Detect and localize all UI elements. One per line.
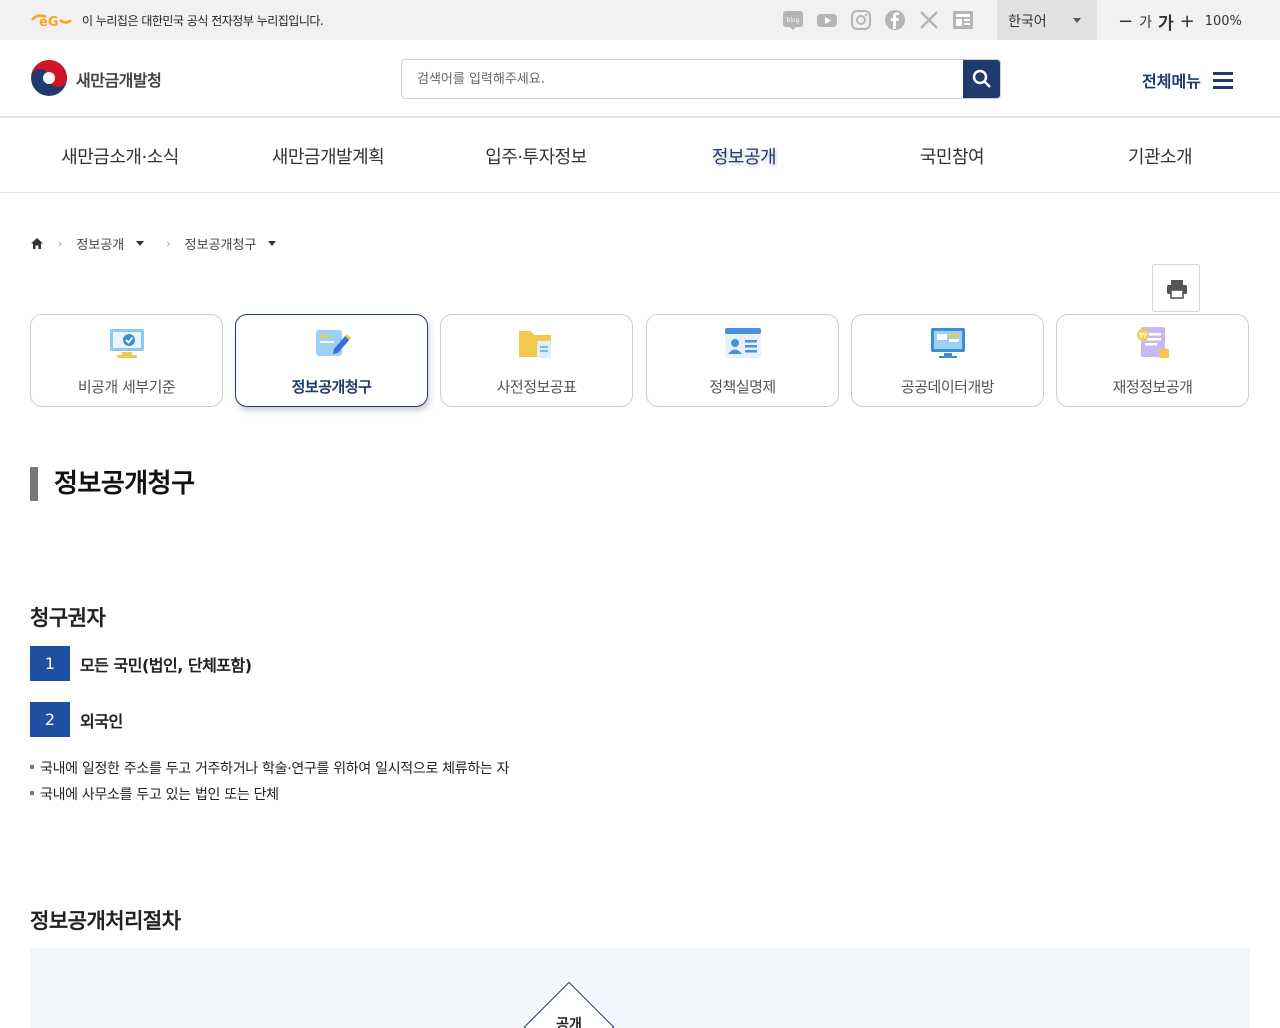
finance-document-icon: ₩ bbox=[1137, 327, 1169, 358]
id-card-icon bbox=[725, 328, 761, 358]
search-input[interactable] bbox=[402, 60, 964, 98]
taegeuk-logo-icon[interactable] bbox=[30, 59, 68, 97]
language-label: 한국어 bbox=[1008, 14, 1047, 30]
sns-links: blog bbox=[782, 9, 974, 31]
number-badge: 1 bbox=[30, 646, 70, 681]
gov-banner: eG 이 누리집은 대한민국 공식 전자정부 누리집입니다. blog 한국어 … bbox=[0, 0, 1280, 40]
blog-icon[interactable]: blog bbox=[782, 9, 804, 31]
quick-tab-label: 재정정보공개 bbox=[1112, 378, 1193, 396]
font-size-control: − 가 가 + 100% bbox=[1118, 9, 1242, 34]
quick-tab-pre-disclosure[interactable]: 사전정보공표 bbox=[440, 314, 633, 407]
list-item: 1 모든 국민(법인, 단체포함) bbox=[30, 646, 252, 681]
data-monitor-icon bbox=[931, 328, 965, 358]
youtube-icon[interactable] bbox=[816, 9, 838, 31]
folder-icon bbox=[519, 331, 551, 358]
monitor-check-icon bbox=[110, 329, 144, 358]
page-title: 정보공개청구 bbox=[30, 467, 195, 501]
nav-item-about[interactable]: 새만금소개·소식 bbox=[20, 143, 220, 169]
egov-logo: eG bbox=[31, 14, 72, 29]
search-button[interactable] bbox=[963, 60, 1000, 98]
section-title-procedure: 정보공개처리절차 bbox=[30, 909, 181, 933]
chevron-right-icon: › bbox=[166, 237, 171, 250]
font-small-label: 가 bbox=[1139, 14, 1152, 31]
bullet-item: 국내에 일정한 주소를 두고 거주하거나 학술·연구를 위하여 일시적으로 체류… bbox=[30, 758, 510, 778]
svg-text:₩: ₩ bbox=[1139, 331, 1147, 340]
quick-tab-label: 공공데이터개방 bbox=[900, 378, 995, 396]
document-pen-icon bbox=[316, 330, 352, 356]
quick-tab-label: 비공개 세부기준 bbox=[77, 378, 176, 396]
gov-banner-text: 이 누리집은 대한민국 공식 전자정부 누리집입니다. bbox=[82, 14, 324, 28]
list-item-text: 외국인 bbox=[80, 711, 123, 731]
quick-tab-info-request[interactable]: 정보공개청구 bbox=[235, 314, 428, 407]
main-nav: 새만금소개·소식 새만금개발계획 입주·투자정보 정보공개 국민참여 기관소개 bbox=[0, 120, 1280, 193]
caret-down-icon[interactable] bbox=[268, 241, 277, 246]
nav-item-participation[interactable]: 국민참여 bbox=[852, 143, 1052, 169]
language-select[interactable]: 한국어 bbox=[997, 0, 1097, 40]
home-icon[interactable] bbox=[30, 237, 44, 250]
svg-text:eG: eG bbox=[39, 15, 59, 29]
bullet-item: 국내에 사무소를 두고 있는 법인 또는 단체 bbox=[30, 784, 279, 804]
list-item-text: 모든 국민(법인, 단체포함) bbox=[80, 655, 252, 675]
chevron-right-icon: › bbox=[58, 237, 63, 250]
section-title-requester: 청구권자 bbox=[30, 606, 106, 630]
caret-down-icon[interactable] bbox=[136, 241, 145, 246]
facebook-icon[interactable] bbox=[884, 9, 906, 31]
print-button[interactable] bbox=[1152, 264, 1200, 312]
quick-tab-policy-realname[interactable]: 정책실명제 bbox=[646, 314, 839, 407]
svg-text:blog: blog bbox=[787, 17, 800, 24]
number-badge: 2 bbox=[30, 702, 70, 737]
breadcrumb-item[interactable]: 정보공개 bbox=[76, 234, 124, 253]
quick-tab-finance[interactable]: ₩ 재정정보공개 bbox=[1056, 314, 1249, 407]
quick-tab-label: 정책실명제 bbox=[709, 378, 776, 396]
font-decrease-button[interactable]: − bbox=[1118, 11, 1133, 32]
nav-item-agency[interactable]: 기관소개 bbox=[1060, 143, 1260, 169]
font-large-label: 가 bbox=[1157, 14, 1174, 34]
diagram-step-label: 공개 bbox=[556, 1017, 582, 1028]
quick-tab-open-data[interactable]: 공공데이터개방 bbox=[851, 314, 1044, 407]
print-icon bbox=[1167, 280, 1187, 299]
search-bar bbox=[401, 59, 1001, 99]
site-name[interactable]: 새만금개발청 bbox=[76, 67, 162, 91]
quick-tab-label: 정보공개청구 bbox=[291, 378, 372, 396]
procedure-diagram: 공개 bbox=[30, 948, 1250, 1028]
breadcrumb-item[interactable]: 정보공개청구 bbox=[185, 234, 257, 253]
x-icon[interactable] bbox=[918, 9, 940, 31]
hamburger-icon bbox=[1212, 71, 1233, 89]
search-icon bbox=[972, 69, 991, 88]
nav-item-invest[interactable]: 입주·투자정보 bbox=[436, 143, 636, 169]
site-header: 새만금개발청 전체메뉴 bbox=[0, 40, 1280, 118]
zoom-level: 100% bbox=[1204, 14, 1242, 29]
breadcrumb: › 정보공개 › 정보공개청구 bbox=[30, 234, 277, 253]
nav-item-info-disclosure[interactable]: 정보공개 bbox=[644, 143, 844, 169]
quick-tab-label: 사전정보공표 bbox=[496, 378, 577, 396]
quick-tab-nondisclosure[interactable]: 비공개 세부기준 bbox=[30, 314, 223, 407]
all-menu-label: 전체메뉴 bbox=[1142, 72, 1201, 91]
chevron-down-icon bbox=[1073, 18, 1081, 23]
all-menu-button[interactable]: 전체메뉴 bbox=[1142, 68, 1233, 92]
news-icon[interactable] bbox=[952, 9, 974, 31]
instagram-icon[interactable] bbox=[850, 9, 872, 31]
font-increase-button[interactable]: + bbox=[1180, 11, 1195, 32]
nav-item-plan[interactable]: 새만금개발계획 bbox=[228, 143, 428, 169]
list-item: 2 외국인 bbox=[30, 702, 123, 737]
